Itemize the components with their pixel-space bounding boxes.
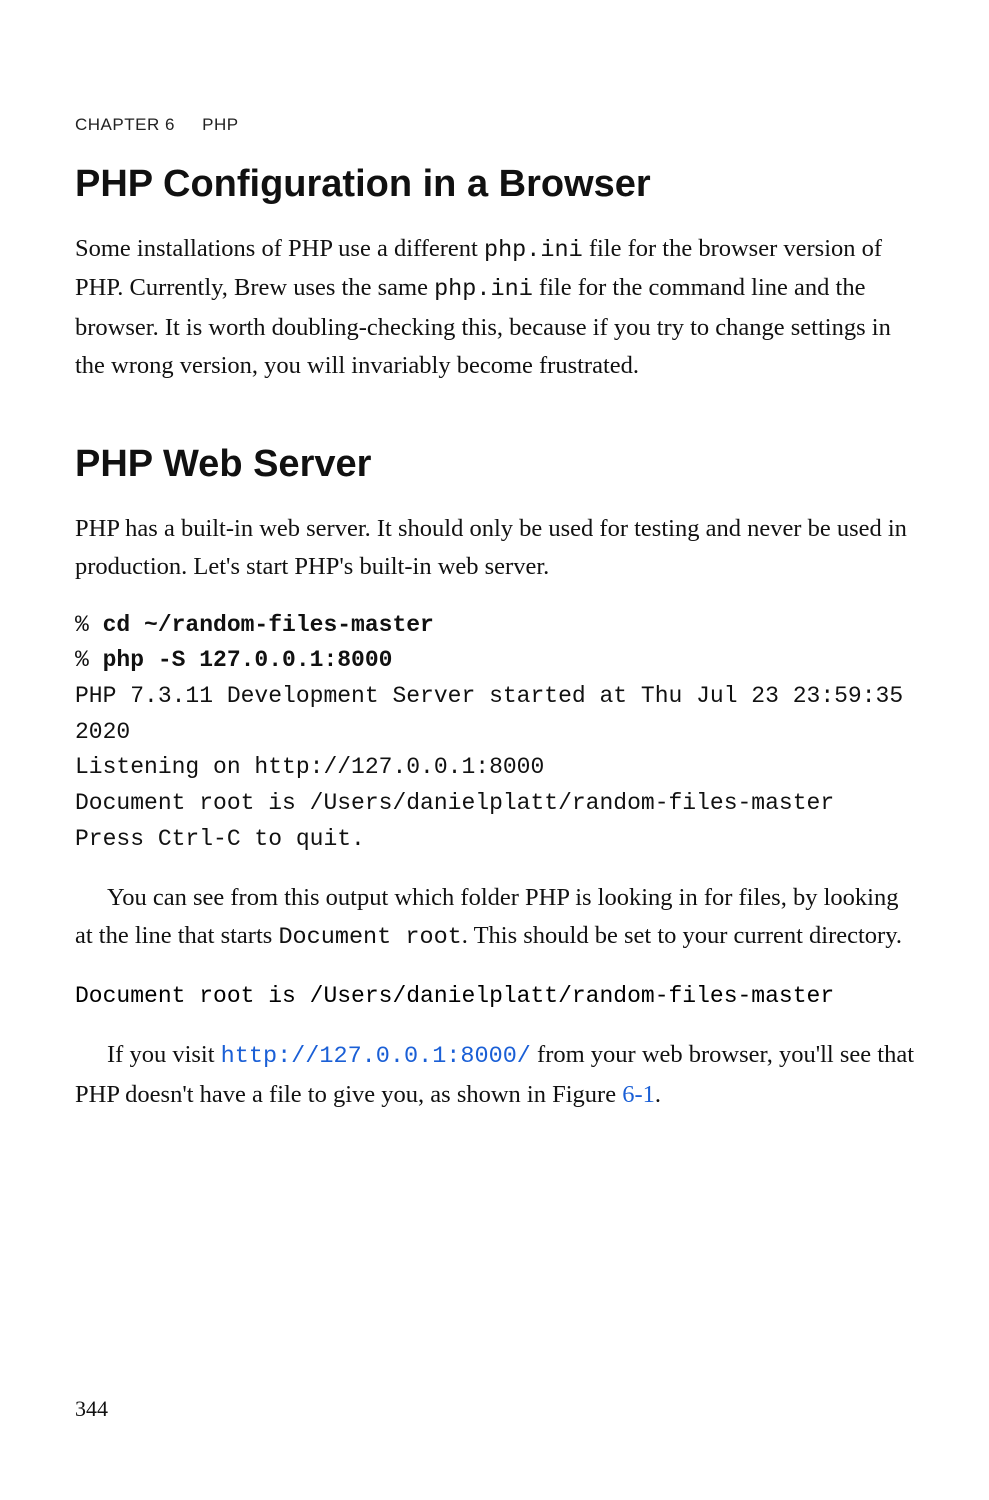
text: . xyxy=(655,1081,661,1108)
page-number: 344 xyxy=(75,1396,108,1422)
section-heading-config: PHP Configuration in a Browser xyxy=(75,163,914,206)
text: If you visit xyxy=(107,1041,221,1068)
shell-output-line: Document root is /Users/danielplatt/rand… xyxy=(75,790,834,816)
section2-paragraph2: You can see from this output which folde… xyxy=(75,879,914,956)
text: . This should be set to your current dir… xyxy=(462,922,902,949)
section1-paragraph: Some installations of PHP use a differen… xyxy=(75,230,914,385)
shell-prompt: % xyxy=(75,612,103,638)
shell-command: cd ~/random-files-master xyxy=(103,612,434,638)
text: Some installations of PHP use a differen… xyxy=(75,235,484,262)
section2-intro: PHP has a built-in web server. It should… xyxy=(75,510,914,586)
code-block-terminal: % cd ~/random-files-master % php -S 127.… xyxy=(75,608,914,857)
figure-ref-link[interactable]: 6-1 xyxy=(622,1081,655,1108)
section2-paragraph3: If you visit http://127.0.0.1:8000/ from… xyxy=(75,1036,914,1113)
inline-code-phpini: php.ini xyxy=(434,276,533,303)
chapter-label: CHAPTER 6 xyxy=(75,115,175,134)
shell-output-line: Listening on http://127.0.0.1:8000 xyxy=(75,754,544,780)
section-heading-webserver: PHP Web Server xyxy=(75,443,914,486)
shell-output-line: Press Ctrl-C to quit. xyxy=(75,826,365,852)
url-link[interactable]: http://127.0.0.1:8000/ xyxy=(221,1043,531,1070)
chapter-title: PHP xyxy=(202,115,238,134)
shell-prompt: % xyxy=(75,647,103,673)
running-header: CHAPTER 6 PHP xyxy=(75,115,914,135)
inline-code-phpini: php.ini xyxy=(484,237,583,264)
inline-code-document-root: Document root xyxy=(278,924,461,951)
shell-command: php -S 127.0.0.1:8000 xyxy=(103,647,393,673)
code-line-docroot: Document root is /Users/danielplatt/rand… xyxy=(75,979,914,1015)
shell-output-line: PHP 7.3.11 Development Server started at… xyxy=(75,683,917,745)
